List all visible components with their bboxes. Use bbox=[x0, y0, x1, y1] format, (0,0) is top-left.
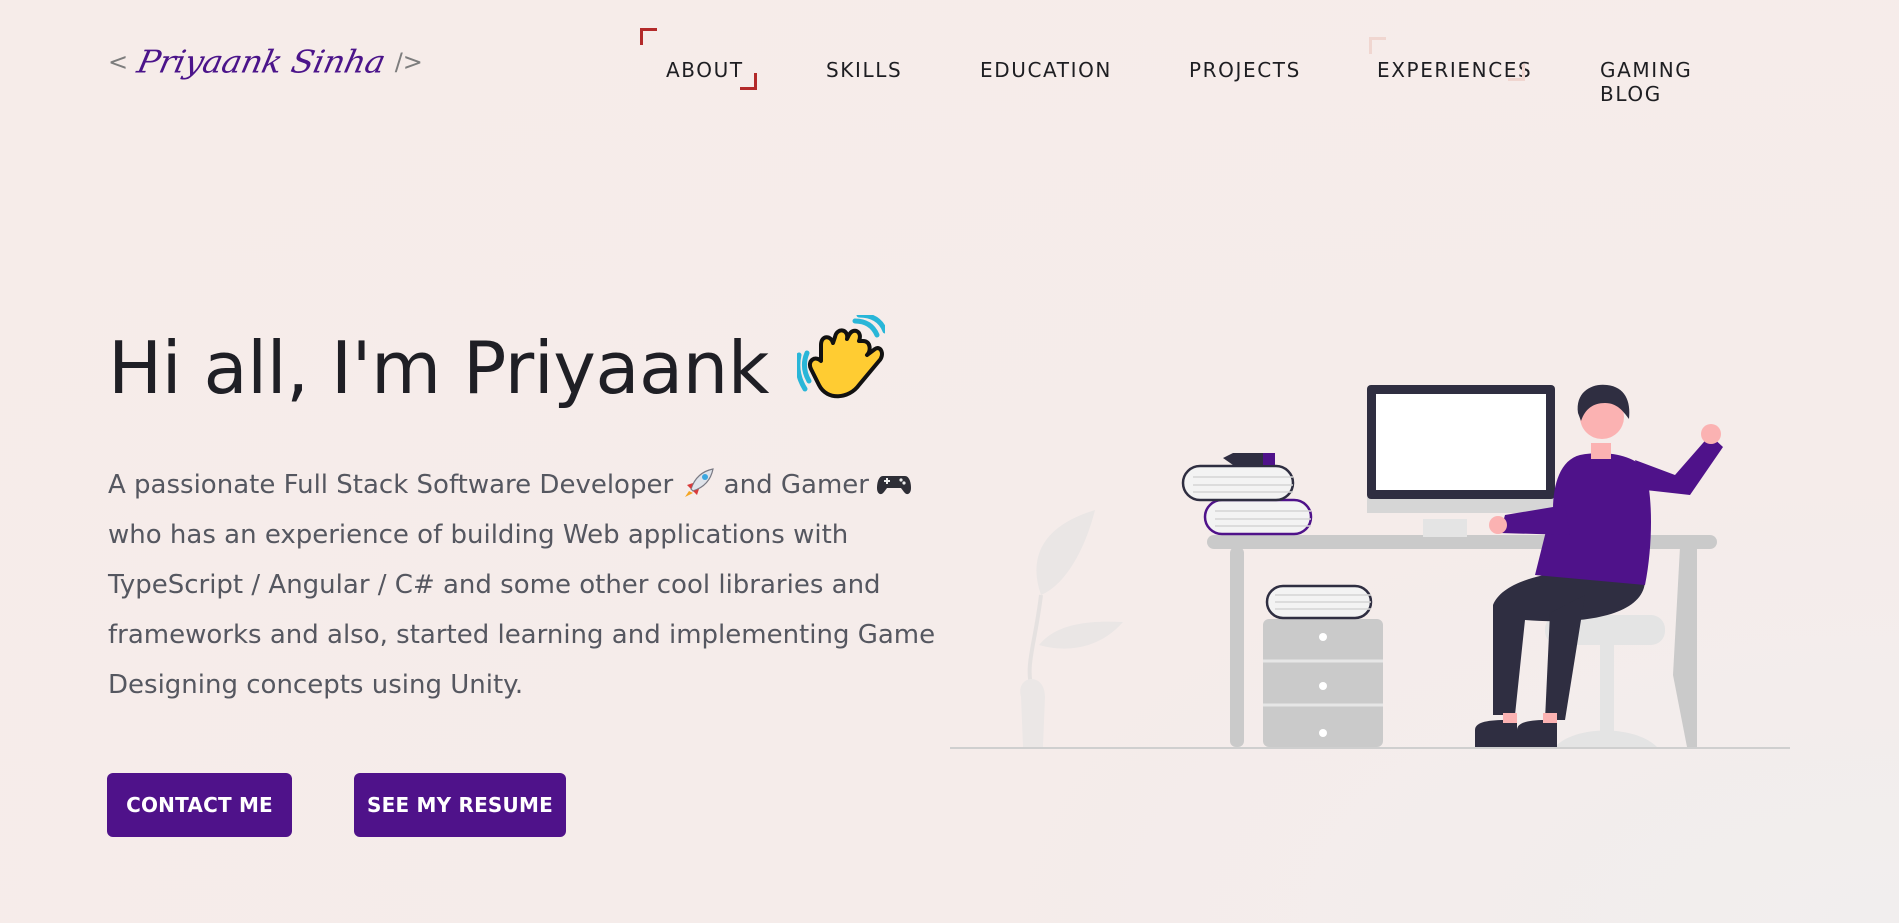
nav-item-skills[interactable]: SKILLS bbox=[826, 58, 902, 82]
see-resume-button[interactable]: SEE MY RESUME bbox=[354, 773, 566, 837]
contact-me-button[interactable]: CONTACT ME bbox=[107, 773, 292, 837]
rocket-icon bbox=[681, 468, 715, 500]
nav-item-gaming-blog[interactable]: GAMING BLOG bbox=[1600, 58, 1760, 106]
hero-description-part-1: A passionate Full Stack Software Develop… bbox=[108, 470, 682, 500]
nav-item-projects[interactable]: PROJECTS bbox=[1189, 58, 1301, 82]
book-illustration bbox=[1265, 584, 1373, 620]
hero-description-part-2: and Gamer bbox=[715, 470, 878, 500]
gamepad-icon bbox=[877, 470, 912, 500]
hover-corner-bottom-right bbox=[1508, 64, 1525, 81]
hero-title-text: Hi all, I'm Priyaank bbox=[108, 325, 769, 410]
hero-description: A passionate Full Stack Software Develop… bbox=[108, 460, 948, 710]
developer-desk-illustration bbox=[950, 384, 1790, 749]
logo-close-bracket: /> bbox=[394, 47, 423, 76]
hover-corner-top-left bbox=[1369, 37, 1386, 54]
main-nav: ABOUT SKILLS EDUCATION PROJECTS EXPERIEN… bbox=[640, 28, 1760, 106]
logo-signature: Priyaank Sinha bbox=[134, 42, 389, 81]
logo-open-bracket: < bbox=[108, 47, 129, 76]
nav-item-education[interactable]: EDUCATION bbox=[980, 58, 1112, 82]
waving-hand-icon bbox=[795, 312, 888, 420]
hero-description-part-3: who has an experience of building Web ap… bbox=[108, 520, 936, 700]
stacked-books-illustration bbox=[1181, 453, 1313, 536]
plant-illustration bbox=[1020, 510, 1123, 747]
site-logo[interactable]: < Priyaank Sinha /> bbox=[108, 42, 423, 81]
active-corner-top-left bbox=[640, 28, 657, 45]
nav-item-about[interactable]: ABOUT bbox=[666, 58, 744, 82]
hero-title: Hi all, I'm Priyaank bbox=[108, 312, 888, 420]
